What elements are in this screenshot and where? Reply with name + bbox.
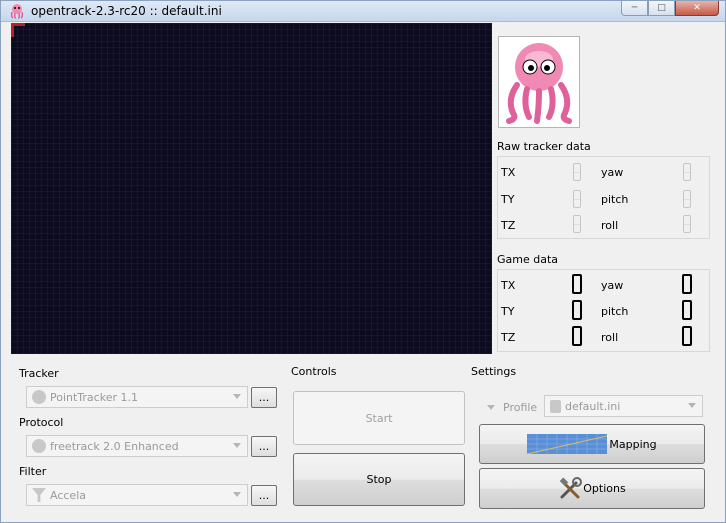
filter-select[interactable]: Accela [26, 484, 248, 506]
tracker-settings-button[interactable]: ... [251, 387, 277, 408]
chevron-down-icon [233, 394, 241, 399]
filter-settings-button[interactable]: ... [251, 485, 277, 506]
raw-yaw-label: yaw [601, 166, 624, 179]
main-window: opentrack-2.3-rc20 :: default.ini ─ □ ✕ … [0, 0, 726, 523]
window-title: opentrack-2.3-rc20 :: default.ini [31, 4, 222, 18]
protocol-value: freetrack 2.0 Enhanced [50, 439, 179, 453]
tools-icon [560, 476, 583, 498]
raw-tx-label: TX [501, 166, 516, 179]
video-preview [11, 23, 492, 354]
game-yaw-label: yaw [601, 279, 624, 292]
mapping-label: Mapping [609, 437, 657, 451]
game-roll-label: roll [601, 331, 619, 344]
minimize-button[interactable]: ─ [621, 1, 648, 16]
game-data-title: Game data [497, 253, 559, 266]
raw-ty-label: TY [501, 193, 515, 206]
profile-menu[interactable]: Profile [483, 396, 541, 418]
raw-tz-label: TZ [501, 219, 516, 232]
options-button[interactable]: Options [479, 468, 705, 509]
chevron-down-icon [688, 403, 696, 408]
raw-roll-display [683, 215, 691, 233]
game-tx-label: TX [501, 279, 516, 292]
point-tracker-icon [32, 390, 46, 404]
filter-icon [32, 488, 46, 502]
raw-pitch-label: pitch [601, 193, 629, 206]
game-tz-display [572, 326, 582, 346]
chevron-down-icon [233, 443, 241, 448]
game-tx-display [572, 274, 582, 294]
tracker-label: Tracker [19, 367, 59, 380]
raw-tz-display [573, 215, 581, 233]
game-yaw-display [682, 274, 692, 294]
game-pitch-display [682, 300, 692, 320]
raw-tracker-box: TX yaw TY pitch TZ roll [497, 156, 710, 239]
octopus-icon [506, 43, 572, 124]
game-data-box: TX yaw TY pitch TZ roll [497, 269, 710, 352]
stop-button[interactable]: Stop [293, 453, 465, 506]
profile-label: Profile [503, 400, 538, 414]
mapping-button[interactable]: Mapping [479, 424, 705, 464]
close-icon: ✕ [693, 3, 701, 13]
close-button[interactable]: ✕ [675, 1, 719, 16]
video-corner-marker [11, 23, 25, 37]
caption-buttons: ─ □ ✕ [621, 1, 719, 19]
raw-tracker-title: Raw tracker data [497, 140, 591, 153]
tracker-select[interactable]: PointTracker 1.1 [26, 386, 248, 408]
title-bar[interactable]: opentrack-2.3-rc20 :: default.ini ─ □ ✕ [1, 1, 725, 22]
profile-icon [550, 399, 561, 413]
curve-graph-icon [527, 434, 608, 454]
profile-value: default.ini [565, 399, 621, 413]
protocol-select[interactable]: freetrack 2.0 Enhanced [26, 435, 248, 457]
raw-yaw-display [683, 163, 691, 181]
protocol-settings-button[interactable]: ... [251, 436, 277, 457]
octopus-logo [498, 36, 580, 128]
options-label: Options [583, 482, 626, 495]
filter-value: Accela [50, 488, 86, 502]
game-ty-label: TY [501, 305, 515, 318]
raw-tx-display [573, 163, 581, 181]
protocol-label: Protocol [19, 416, 64, 429]
settings-title: Settings [471, 365, 517, 378]
freetrack-icon [32, 439, 46, 453]
tracker-value: PointTracker 1.1 [50, 390, 138, 404]
raw-pitch-display [683, 190, 691, 208]
game-tz-label: TZ [501, 331, 516, 344]
chevron-down-icon [487, 404, 495, 410]
minimize-icon: ─ [631, 3, 638, 13]
octopus-icon [10, 4, 24, 19]
controls-title: Controls [291, 365, 337, 378]
profile-select[interactable]: default.ini [544, 395, 703, 417]
raw-roll-label: roll [601, 219, 619, 232]
chevron-down-icon [233, 492, 241, 497]
maximize-icon: □ [657, 3, 666, 13]
raw-ty-display [573, 190, 581, 208]
filter-label: Filter [19, 465, 47, 478]
start-button[interactable]: Start [293, 391, 465, 445]
game-roll-display [682, 326, 692, 346]
game-ty-display [572, 300, 582, 320]
game-pitch-label: pitch [601, 305, 629, 318]
maximize-button[interactable]: □ [648, 1, 675, 16]
